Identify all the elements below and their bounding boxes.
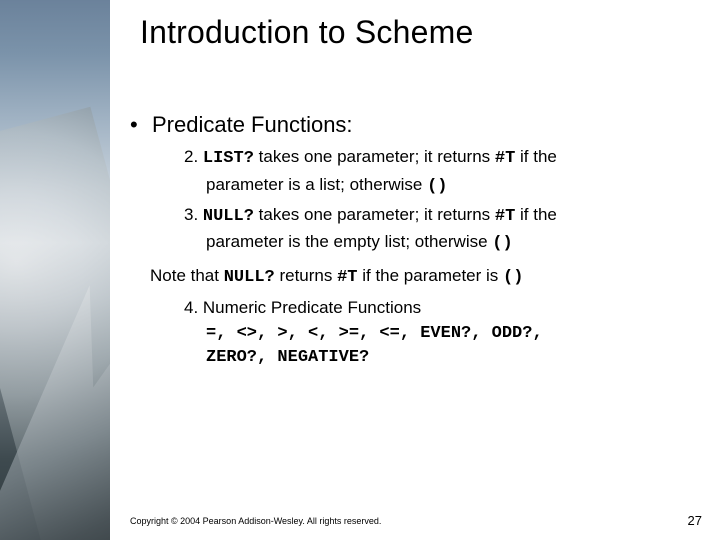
code-null-2: NULL?	[224, 268, 275, 287]
item-2-line1: 2. LIST? takes one parameter; it returns…	[184, 146, 700, 170]
operators-line2: ZERO?, NEGATIVE?	[206, 347, 700, 370]
code-nil-3: ()	[503, 268, 523, 287]
bullet-heading: •Predicate Functions:	[130, 112, 700, 138]
code-nil-2: ()	[492, 234, 512, 253]
operators-line1: =, <>, >, <, >=, <=, EVEN?, ODD?,	[206, 323, 700, 346]
code-null: NULL?	[203, 207, 254, 226]
item-3-cont: parameter is the empty list; otherwise	[206, 232, 492, 251]
item-4: 4. Numeric Predicate Functions	[184, 297, 700, 319]
code-true-2: #T	[495, 207, 515, 226]
slide-title: Introduction to Scheme	[140, 14, 473, 51]
page-number: 27	[688, 513, 702, 528]
item-3-text2: if the	[515, 205, 557, 224]
item-3-line1: 3. NULL? takes one parameter; it returns…	[184, 204, 700, 228]
item-2-cont: parameter is a list; otherwise	[206, 175, 427, 194]
note-pre: Note that	[150, 266, 224, 285]
item-3-text1: takes one parameter; it returns	[254, 205, 495, 224]
item-2-line2: parameter is a list; otherwise ()	[206, 174, 700, 198]
item-3-num: 3.	[184, 205, 203, 224]
heading-text: Predicate Functions:	[152, 112, 353, 137]
item-2-text2: if the	[515, 147, 557, 166]
code-list: LIST?	[203, 149, 254, 168]
code-true-3: #T	[337, 268, 357, 287]
code-true-1: #T	[495, 149, 515, 168]
code-nil-1: ()	[427, 177, 447, 196]
note-line: Note that NULL? returns #T if the parame…	[150, 265, 700, 289]
slide-body: •Predicate Functions: 2. LIST? takes one…	[130, 112, 700, 370]
slide: Introduction to Scheme •Predicate Functi…	[0, 0, 720, 540]
note-mid: returns	[275, 266, 337, 285]
content-area: Introduction to Scheme •Predicate Functi…	[110, 0, 720, 540]
bullet-dot: •	[130, 112, 152, 138]
background-mountain-strip	[0, 0, 110, 540]
note-mid2: if the parameter is	[358, 266, 504, 285]
item-3-line2: parameter is the empty list; otherwise (…	[206, 231, 700, 255]
item-2-text1: takes one parameter; it returns	[254, 147, 495, 166]
copyright-footer: Copyright © 2004 Pearson Addison-Wesley.…	[130, 516, 381, 526]
item-2-num: 2.	[184, 147, 203, 166]
